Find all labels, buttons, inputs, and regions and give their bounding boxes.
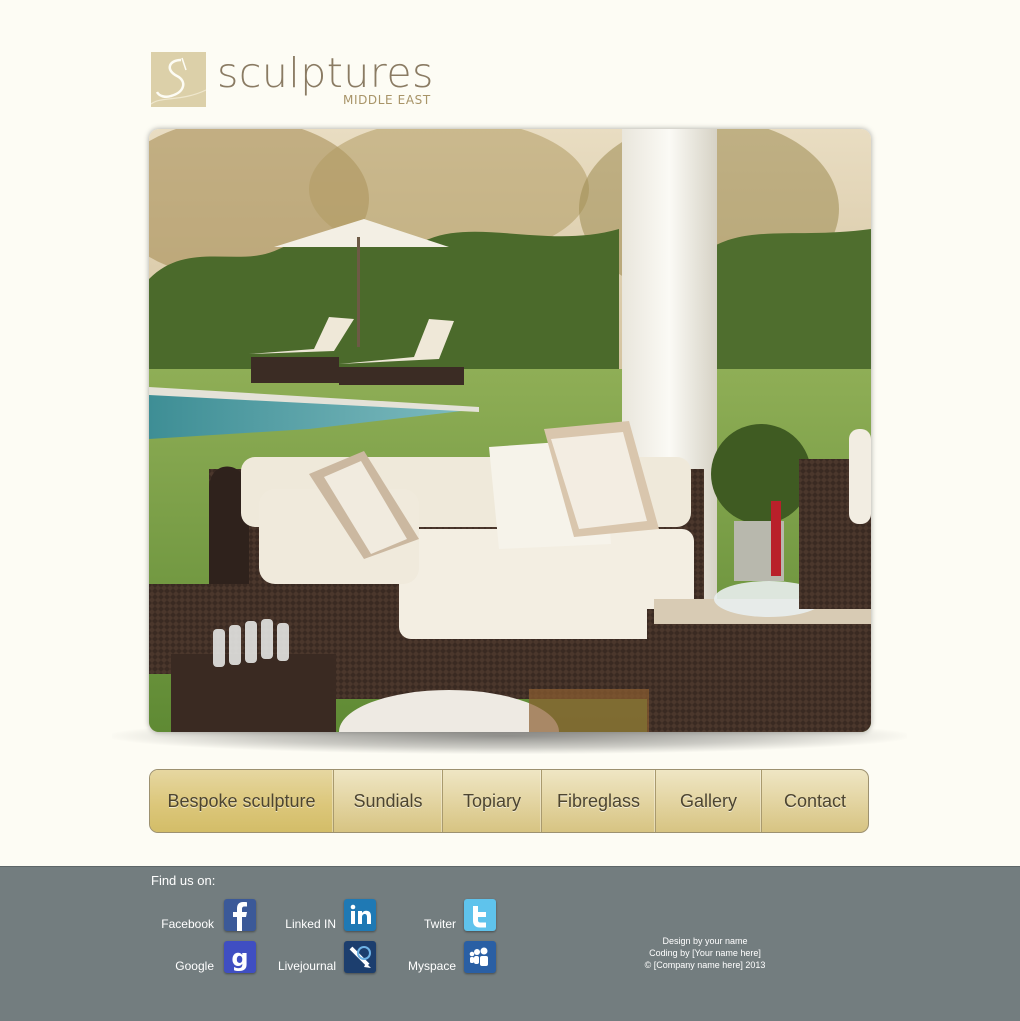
nav-item-bespoke-sculpture[interactable]: Bespoke sculpture: [150, 770, 334, 832]
nav-item-topiary[interactable]: Topiary: [443, 770, 542, 832]
nav-item-gallery[interactable]: Gallery: [656, 770, 762, 832]
logo-subtitle: MIDDLE EAST: [343, 93, 431, 107]
find-us-heading: Find us on:: [151, 873, 216, 888]
logo-wordmark: sculptures: [217, 49, 434, 97]
credits-copyright: © [Company name here] 2013: [644, 960, 766, 970]
twitter-icon[interactable]: [464, 899, 496, 931]
myspace-label[interactable]: Myspace: [366, 959, 456, 973]
twitter-label[interactable]: Twiter: [366, 917, 456, 931]
site-logo[interactable]: sculptures MIDDLE EAST: [151, 49, 461, 110]
google-label[interactable]: Google: [124, 959, 214, 973]
linkedin-label[interactable]: Linked IN: [246, 917, 336, 931]
footer-credits: Design by your name Coding by [Your name…: [600, 935, 810, 971]
nav-item-contact[interactable]: Contact: [762, 770, 868, 832]
livejournal-label[interactable]: Livejournal: [246, 959, 336, 973]
nav-item-sundials[interactable]: Sundials: [334, 770, 443, 832]
myspace-icon[interactable]: [464, 941, 496, 973]
nav-item-fibreglass[interactable]: Fibreglass: [542, 770, 656, 832]
credits-design: Design by your name: [662, 936, 748, 946]
facebook-label[interactable]: Facebook: [124, 917, 214, 931]
footer: Find us on: Facebook Linked IN Twiter Go…: [0, 866, 1020, 1021]
logo-mark-icon: [151, 52, 206, 107]
hero-image: [149, 129, 871, 732]
credits-coding: Coding by [Your name here]: [649, 948, 761, 958]
main-nav: Bespoke sculpture Sundials Topiary Fibre…: [149, 769, 869, 833]
